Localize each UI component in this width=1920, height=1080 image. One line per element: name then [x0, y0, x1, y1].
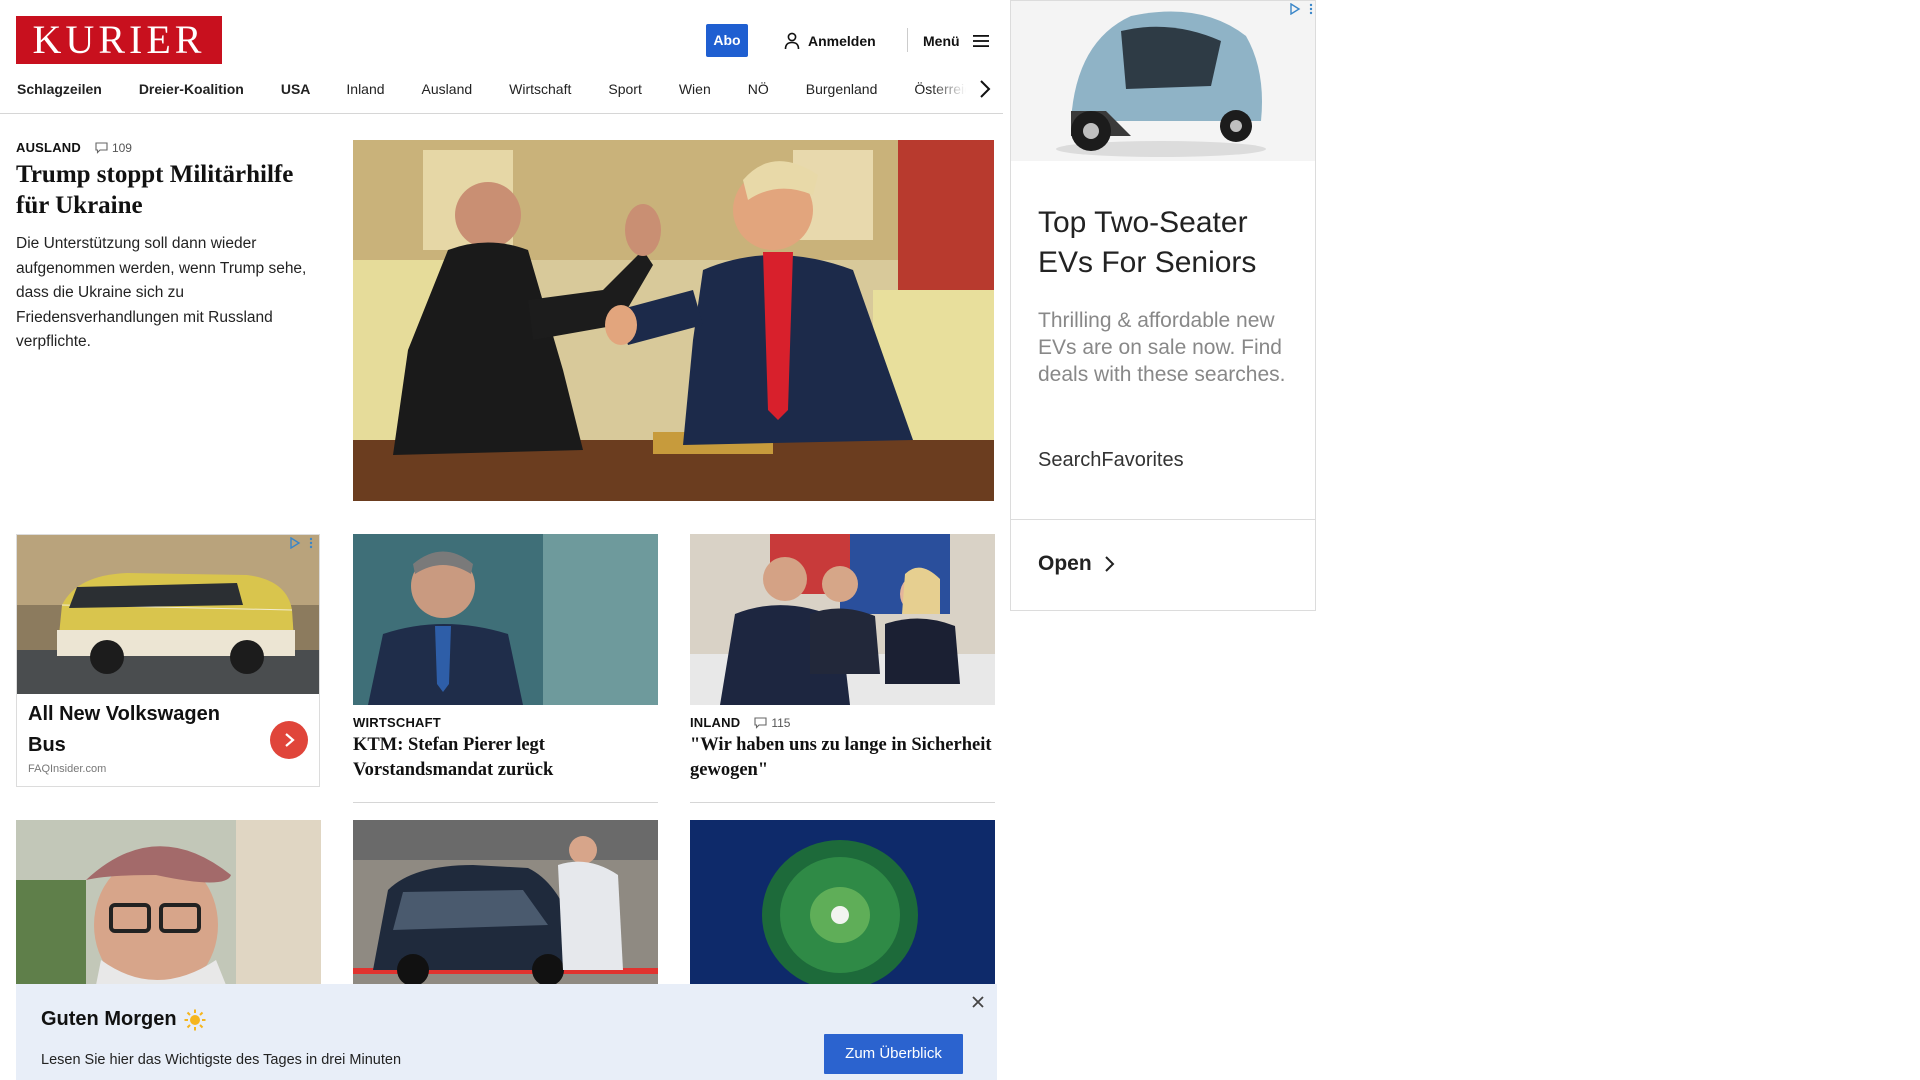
sun-icon	[184, 1009, 206, 1031]
login-label: Anmelden	[808, 33, 876, 49]
side-ad-image[interactable]	[1011, 1, 1315, 161]
morning-briefing-banner: Guten Morgen Lesen Sie hier das Wichtigs…	[16, 984, 997, 1080]
nav-item-burgenland[interactable]: Burgenland	[806, 81, 878, 97]
header-divider	[907, 28, 908, 52]
menu-label: Menü	[923, 33, 960, 49]
lead-comment-number: 109	[111, 140, 132, 155]
lead-photo-illustration	[353, 140, 994, 501]
infeed-ad-illustration	[17, 535, 319, 694]
more-vertical-icon	[1309, 3, 1313, 15]
card-headline-inland[interactable]: "Wir haben uns zu lange in Sicherheit ge…	[690, 733, 995, 783]
card-divider	[690, 802, 995, 803]
side-ad-open-label: Open	[1038, 552, 1092, 575]
banner-title: Guten Morgen	[41, 1008, 177, 1030]
more-vertical-icon	[309, 537, 313, 549]
card-section-label[interactable]: WIRTSCHAFT	[353, 715, 441, 730]
card-photo-inland-illustration	[690, 534, 995, 705]
overview-button[interactable]: Zum Überblick	[824, 1034, 963, 1074]
infeed-ad-image[interactable]	[17, 535, 319, 694]
banner-text: Lesen Sie hier das Wichtigste des Tages …	[41, 1052, 402, 1068]
side-adchoices[interactable]	[1289, 3, 1315, 15]
card-photo-man-cap[interactable]	[16, 820, 321, 985]
card-meta-inland: INLAND 115	[690, 715, 790, 730]
infeed-ad-source: FAQInsider.com	[28, 763, 107, 775]
side-ad-title[interactable]: Top Two-Seater EVs For Seniors	[1038, 203, 1298, 283]
section-nav: Schlagzeilen Dreier-Koalition USA Inland…	[0, 76, 1003, 102]
kurier-logo[interactable]: KURIER	[16, 16, 222, 64]
card-photo-man-cap-illustration	[16, 820, 321, 985]
user-icon	[784, 32, 800, 50]
nav-item-inland[interactable]: Inland	[346, 81, 384, 97]
lead-photo[interactable]	[353, 140, 994, 501]
nav-item-wirtschaft[interactable]: Wirtschaft	[509, 81, 571, 97]
chevron-right-icon	[1104, 556, 1115, 572]
close-icon[interactable]	[970, 994, 986, 1010]
infeed-ad[interactable]: All New Volkswagen Bus FAQInsider.com	[16, 534, 320, 787]
lead-section-label[interactable]: AUSLAND	[16, 140, 81, 155]
nav-item-dreier-koalition[interactable]: Dreier-Koalition	[139, 81, 244, 97]
chevron-right-icon	[285, 733, 295, 747]
side-ad-body: Thrilling & affordable new EVs are on sa…	[1038, 309, 1286, 386]
chevron-right-icon[interactable]	[976, 78, 994, 100]
adchoices-icon	[1290, 3, 1301, 15]
login-button[interactable]: Anmelden	[784, 30, 876, 52]
card-headline-ktm[interactable]: KTM: Stefan Pierer legt Vorstandsmandat …	[353, 733, 658, 783]
card-comment-number: 115	[771, 715, 791, 730]
card-photo-car-crash-illustration	[353, 820, 658, 985]
card-photo-inland[interactable]	[690, 534, 995, 705]
card-photo-ktm-illustration	[353, 534, 658, 705]
side-ad-open-button[interactable]: Open	[1038, 552, 1116, 576]
nav-item-usa[interactable]: USA	[281, 81, 311, 97]
card-photo-island[interactable]	[690, 820, 995, 985]
nav-item-ausland[interactable]: Ausland	[422, 81, 473, 97]
card-photo-car-crash[interactable]	[353, 820, 658, 985]
nav-item-schlagzeilen[interactable]: Schlagzeilen	[17, 81, 102, 97]
adchoices-icon	[290, 537, 301, 549]
lead-teaser[interactable]: Die Unterstützung soll dann wieder aufge…	[16, 232, 326, 355]
nav-item-sport[interactable]: Sport	[608, 81, 641, 97]
comment-icon	[95, 141, 108, 154]
card-meta-ktm: WIRTSCHAFT	[353, 715, 441, 730]
lead-comment-count[interactable]: 109	[95, 141, 132, 155]
menu-button[interactable]: Menü	[923, 30, 990, 52]
side-ad-illustration	[1011, 1, 1315, 161]
side-ad-divider	[1011, 519, 1315, 520]
side-ad-source: SearchFavorites	[1038, 449, 1184, 471]
card-photo-island-illustration	[690, 820, 995, 985]
nav-item-wien[interactable]: Wien	[679, 81, 711, 97]
comment-icon	[754, 716, 767, 729]
card-photo-ktm[interactable]	[353, 534, 658, 705]
side-ad[interactable]: Top Two-Seater EVs For Seniors Thrilling…	[1010, 0, 1316, 611]
infeed-adchoices[interactable]	[289, 537, 317, 549]
card-comment-count[interactable]: 115	[754, 716, 790, 730]
card-section-label[interactable]: INLAND	[690, 715, 740, 730]
lead-meta: AUSLAND 109	[16, 140, 132, 155]
abo-button[interactable]: Abo	[706, 24, 748, 57]
card-divider	[353, 802, 658, 803]
nav-item-noe[interactable]: NÖ	[748, 81, 769, 97]
lead-headline[interactable]: Trump stoppt Militärhilfe für Ukraine	[16, 159, 326, 221]
infeed-ad-cta-button[interactable]	[270, 721, 308, 759]
infeed-ad-title[interactable]: All New Volkswagen Bus	[28, 699, 258, 761]
hamburger-icon	[972, 35, 989, 47]
